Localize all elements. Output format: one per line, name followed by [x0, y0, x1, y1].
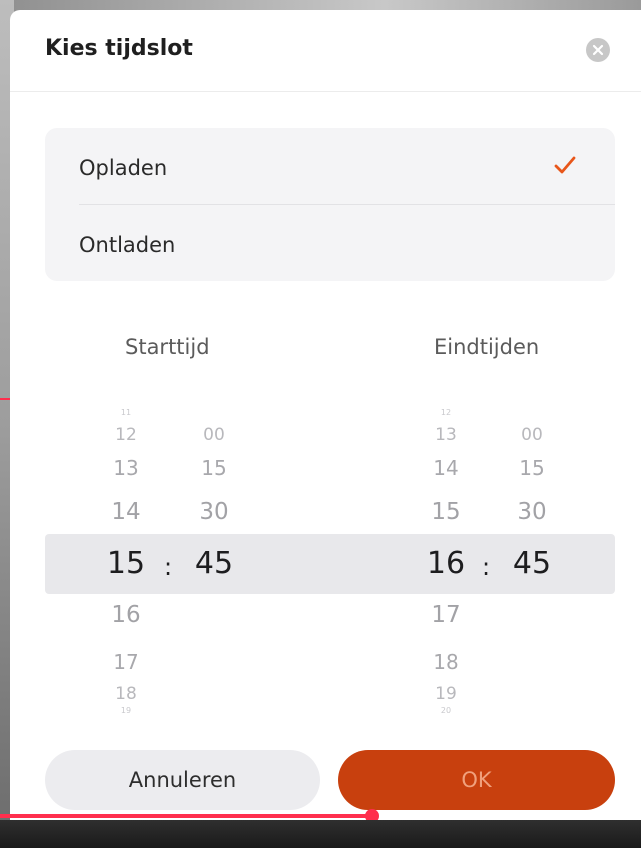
end-time-heading: Eindtijden: [434, 335, 540, 359]
picker-value: 00: [203, 425, 225, 445]
picker-value: 15: [431, 499, 461, 525]
mode-option-opladen[interactable]: Opladen: [45, 128, 615, 204]
mode-option-label: Opladen: [79, 156, 168, 180]
close-icon: [592, 44, 604, 56]
mode-option-label: Ontladen: [79, 233, 176, 257]
picker-value: 18: [433, 650, 459, 674]
end-time-separator: :: [482, 553, 491, 581]
picker-value: 11: [120, 408, 132, 417]
checkmark-icon: [554, 156, 576, 174]
start-hour-selected: 15: [106, 546, 146, 581]
picker-value: 30: [517, 499, 547, 525]
background-red-line: [0, 398, 10, 400]
video-progress-bar[interactable]: [0, 809, 641, 823]
ok-button[interactable]: OK: [338, 750, 615, 810]
timeslot-dialog: Kies tijdslot Opladen Ontladen Starttijd…: [10, 10, 641, 820]
picker-value: 00: [521, 425, 543, 445]
video-bottom-shade: [0, 820, 641, 848]
mode-selector: Opladen Ontladen: [45, 128, 615, 281]
picker-value: 12: [440, 408, 452, 417]
dialog-title: Kies tijdslot: [45, 36, 193, 61]
picker-value: 18: [115, 684, 137, 704]
video-progress-fill: [0, 814, 372, 818]
picker-value: 15: [201, 456, 227, 480]
picker-value: 13: [113, 456, 139, 480]
picker-value: 16: [111, 602, 141, 628]
dialog-header: Kies tijdslot: [10, 10, 641, 92]
picker-value: 20: [440, 706, 452, 715]
start-minute-selected: 45: [194, 546, 234, 581]
mode-option-ontladen[interactable]: Ontladen: [45, 205, 615, 281]
picker-value: 13: [435, 425, 457, 445]
picker-value: 14: [111, 499, 141, 525]
start-time-heading: Starttijd: [125, 335, 210, 359]
picker-value: 12: [115, 425, 137, 445]
picker-value: 19: [435, 684, 457, 704]
start-time-separator: :: [164, 553, 173, 581]
end-minute-selected: 45: [512, 546, 552, 581]
cancel-button[interactable]: Annuleren: [45, 750, 320, 810]
close-button[interactable]: [586, 38, 610, 62]
picker-value: 17: [431, 602, 461, 628]
picker-value: 14: [433, 456, 459, 480]
picker-value: 15: [519, 456, 545, 480]
end-hour-selected: 16: [426, 546, 466, 581]
picker-value: 30: [199, 499, 229, 525]
picker-value: 19: [120, 706, 132, 715]
picker-value: 17: [113, 650, 139, 674]
